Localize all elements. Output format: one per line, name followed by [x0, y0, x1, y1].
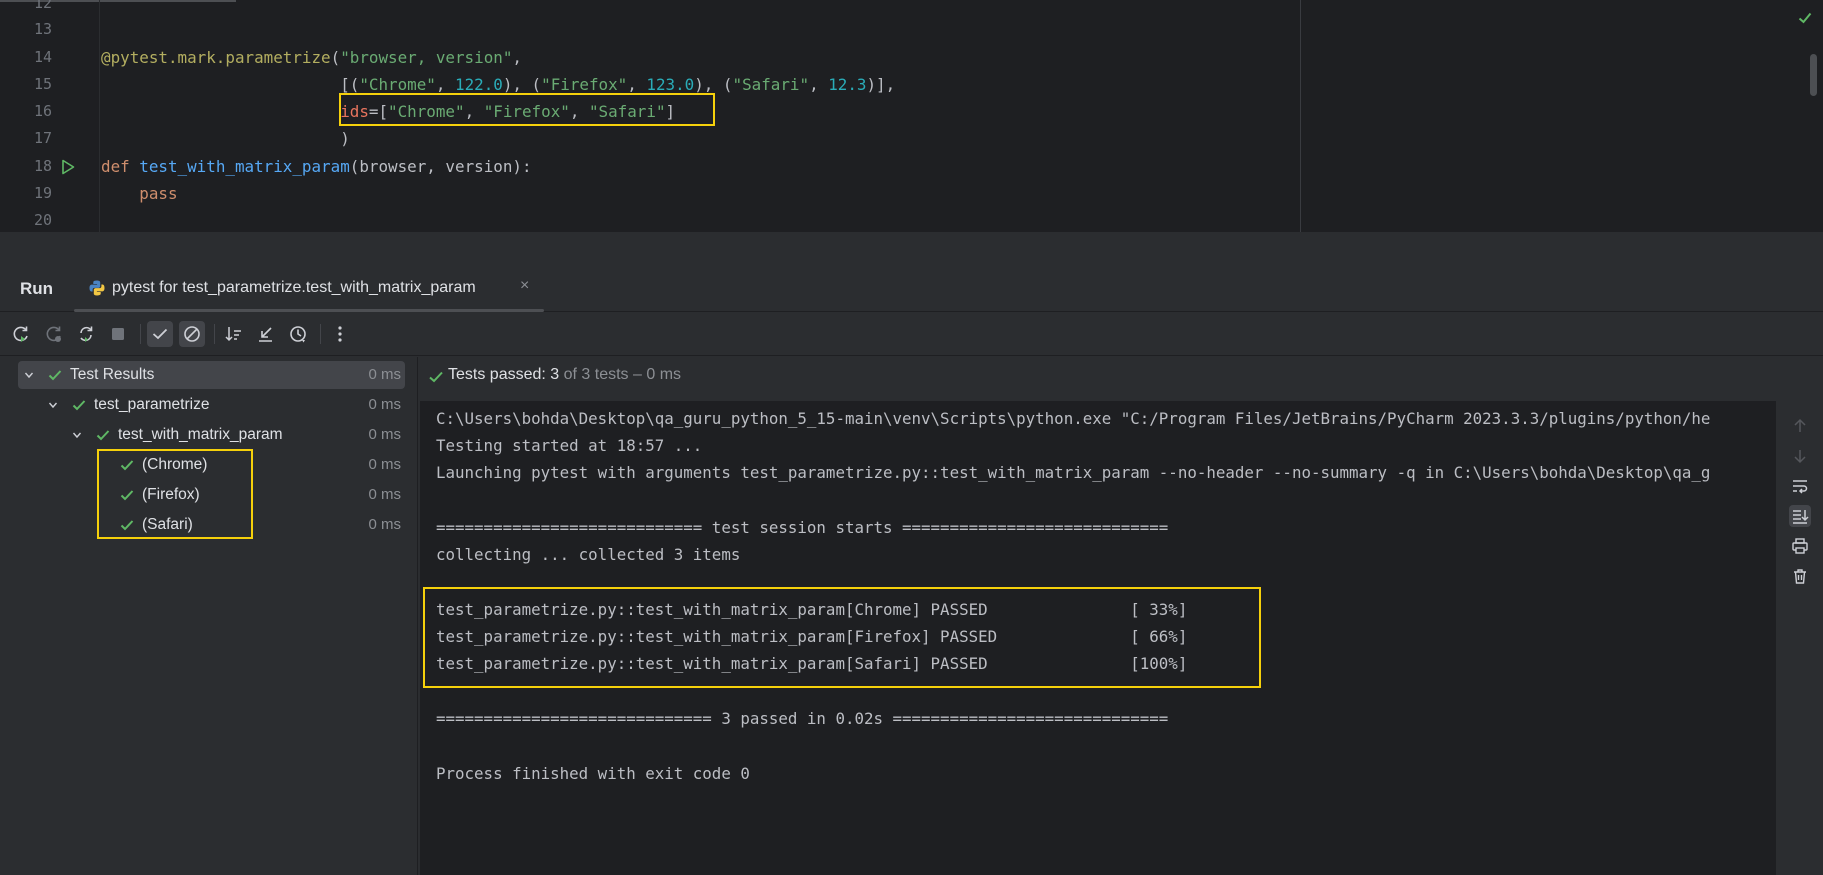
line-number: 14	[33, 48, 52, 66]
line-number: 17	[33, 129, 52, 147]
console-line: Process finished with exit code 0	[436, 764, 750, 783]
line-number: 12	[33, 0, 52, 12]
run-test-gutter-icon[interactable]	[61, 159, 75, 175]
run-tool-window: Run pytest for test_parametrize.test_wit…	[0, 262, 1823, 875]
soft-wrap-icon[interactable]	[1789, 475, 1811, 497]
editor-gutter: 12 13 14 15 16 17 18 19 20	[0, 0, 100, 232]
tree-row-test-with-matrix-param[interactable]: test_with_matrix_param 0 ms	[18, 421, 405, 449]
code-editor[interactable]: 12 13 14 15 16 17 18 19 20 @pytest.mark.…	[0, 0, 1823, 232]
print-icon[interactable]	[1789, 535, 1811, 557]
line-number: 19	[33, 184, 52, 202]
passed-check-icon	[48, 370, 62, 381]
no-problems-check-icon[interactable]	[1797, 10, 1813, 26]
tree-duration: 0 ms	[368, 396, 401, 413]
line-number: 18	[33, 157, 52, 175]
more-options-icon[interactable]	[327, 321, 353, 347]
line-number: 15	[33, 75, 52, 93]
tests-passed-rest: of 3 tests – 0 ms	[559, 366, 682, 383]
close-tab-icon[interactable]: ×	[520, 277, 529, 295]
gutter-separator	[99, 0, 100, 232]
code-line-19: pass	[139, 184, 178, 203]
scroll-down-icon[interactable]	[1789, 445, 1811, 467]
test-results-tree: Test Results 0 ms test_parametrize 0 ms …	[0, 357, 418, 875]
code-line-14: @pytest.mark.parametrize("browser, versi…	[101, 48, 522, 67]
tree-row-test-results[interactable]: Test Results 0 ms	[18, 361, 405, 389]
tree-duration: 0 ms	[368, 486, 401, 503]
show-ignored-icon[interactable]	[179, 321, 205, 347]
console-output[interactable]: C:\Users\bohda\Desktop\qa_guru_python_5_…	[420, 401, 1776, 875]
passed-check-icon	[96, 430, 110, 441]
ids-highlight-box	[339, 93, 715, 126]
right-margin-guide	[1300, 0, 1301, 232]
history-icon[interactable]	[285, 321, 311, 347]
passed-check-icon	[429, 371, 443, 383]
run-toolbar	[0, 312, 1823, 356]
run-tab-label: pytest for test_parametrize.test_with_ma…	[112, 279, 476, 296]
tree-duration: 0 ms	[368, 426, 401, 443]
clear-all-icon[interactable]	[1789, 565, 1811, 587]
console-line: collecting ... collected 3 items	[436, 545, 741, 564]
editor-scrollbar[interactable]	[1810, 54, 1817, 96]
code-line-17: )	[340, 129, 350, 148]
passed-check-icon	[72, 400, 86, 411]
sort-icon[interactable]	[221, 321, 247, 347]
rerun-icon[interactable]	[8, 321, 34, 347]
tests-passed-label: Tests passed:	[448, 366, 551, 383]
tree-label: Test Results	[70, 366, 155, 383]
run-header: Run pytest for test_parametrize.test_wit…	[0, 262, 1823, 312]
chevron-down-icon[interactable]	[24, 370, 34, 380]
line-number: 16	[33, 102, 52, 120]
line-number: 13	[33, 20, 52, 38]
chevron-down-icon[interactable]	[72, 430, 82, 440]
ids-tree-highlight-box	[97, 449, 253, 539]
show-passed-icon[interactable]	[147, 321, 173, 347]
python-icon	[89, 280, 105, 296]
toggle-auto-test-icon[interactable]	[73, 321, 99, 347]
stop-icon[interactable]	[105, 321, 131, 347]
scroll-to-end-icon[interactable]	[1789, 505, 1811, 527]
run-config-tab[interactable]: pytest for test_parametrize.test_with_ma…	[74, 262, 544, 312]
import-tests-icon[interactable]	[253, 321, 279, 347]
tree-label: test_parametrize	[94, 396, 210, 413]
toolbar-separator	[214, 324, 215, 344]
code-line-18: def test_with_matrix_param(browser, vers…	[101, 157, 532, 176]
console-line: Launching pytest with arguments test_par…	[436, 463, 1711, 482]
tree-duration: 0 ms	[368, 366, 401, 383]
scroll-up-icon[interactable]	[1789, 415, 1811, 437]
console-line: ============================= 3 passed i…	[436, 709, 1169, 728]
tests-passed-count: 3	[550, 366, 560, 383]
tree-duration: 0 ms	[368, 456, 401, 473]
run-title: Run	[20, 279, 54, 298]
console-line: ============================ test sessio…	[436, 518, 1169, 537]
tree-label: test_with_matrix_param	[118, 426, 283, 443]
tests-passed-summary: Tests passed: 3 of 3 tests – 0 ms	[448, 366, 681, 384]
tree-row-test-parametrize[interactable]: test_parametrize 0 ms	[18, 391, 405, 419]
line-number: 20	[33, 211, 52, 229]
console-line: C:\Users\bohda\Desktop\qa_guru_python_5_…	[436, 409, 1711, 428]
toolbar-separator	[320, 324, 321, 344]
tool-window-splitter[interactable]	[0, 232, 1823, 262]
toolbar-separator	[140, 324, 141, 344]
rerun-failed-icon[interactable]	[41, 321, 67, 347]
console-line: Testing started at 18:57 ...	[436, 436, 703, 455]
passed-results-highlight-box	[423, 587, 1261, 688]
chevron-down-icon[interactable]	[48, 400, 58, 410]
console-side-toolbar	[1776, 401, 1823, 875]
tree-duration: 0 ms	[368, 516, 401, 533]
test-status-bar: Tests passed: 3 of 3 tests – 0 ms	[420, 357, 1823, 397]
